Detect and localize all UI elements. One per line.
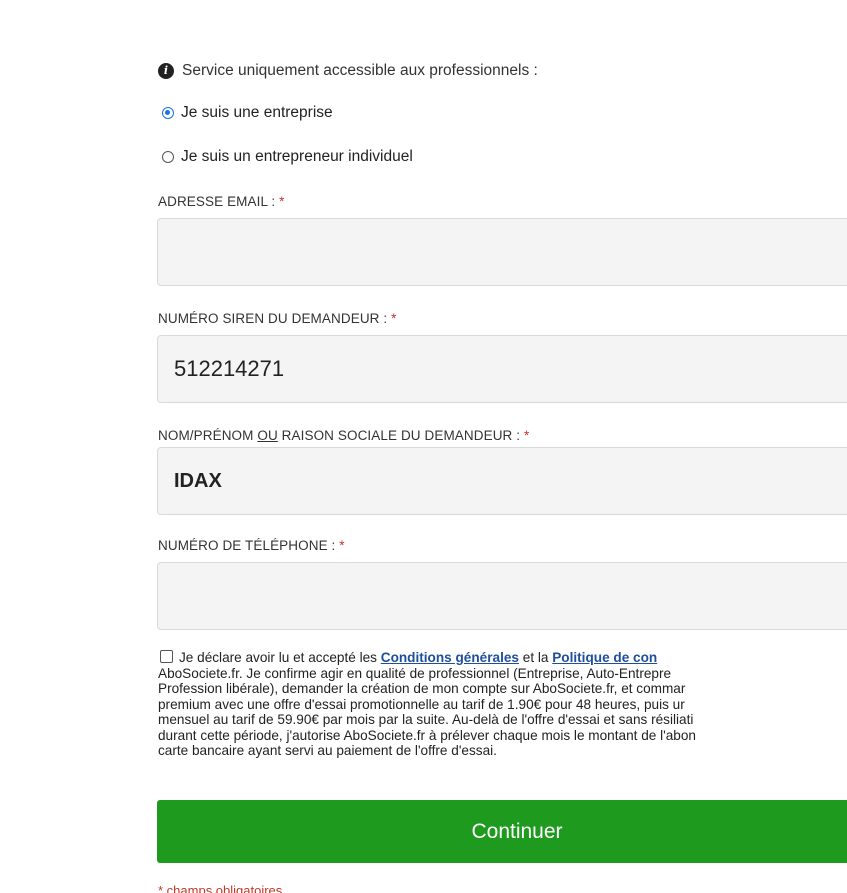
phone-field[interactable]	[157, 562, 847, 630]
terms-line-6: durant cette période, j'autorise AboSoci…	[158, 727, 696, 743]
terms-text: Je déclare avoir lu et accepté les	[179, 650, 381, 665]
required-marker: *	[523, 428, 530, 443]
terms-line-2: AboSociete.fr. Je confirme agir en quali…	[158, 665, 672, 681]
terms-line-1: Je déclare avoir lu et accepté les Condi…	[158, 650, 847, 666]
phone-label-text: NUMÉRO DE TÉLÉPHONE :	[158, 538, 340, 553]
siren-label: NUMÉRO SIREN DU DEMANDEUR : *	[158, 311, 396, 326]
terms-line-3: Profession libérale), demander la créati…	[158, 681, 686, 696]
required-marker: *	[279, 194, 285, 209]
name-label-pre: NOM/PRÉNOM	[158, 428, 258, 443]
terms-line-7: carte bancaire ayant servi au paiement d…	[158, 743, 497, 758]
company-name-value: IDAX	[174, 469, 222, 492]
required-marker: *	[339, 538, 345, 553]
required-marker: *	[391, 311, 397, 326]
continue-button[interactable]: Continuer	[157, 800, 847, 863]
name-label-post: RAISON SOCIALE DU DEMANDEUR :	[277, 428, 524, 443]
siren-field[interactable]: 512214271	[157, 335, 847, 403]
terms-text: et la	[518, 650, 553, 665]
radio-button-checked[interactable]	[162, 107, 174, 119]
privacy-policy-link[interactable]: Politique de con	[552, 650, 657, 665]
company-name-field[interactable]: IDAX	[157, 447, 847, 515]
info-circle-icon: i	[158, 63, 174, 79]
email-field[interactable]	[157, 218, 847, 286]
pro-only-notice: i Service uniquement accessible aux prof…	[158, 62, 538, 80]
terms-line-5: mensuel au tarif de 59.90€ par mois par …	[158, 712, 694, 727]
email-label: ADRESSE EMAIL : *	[158, 194, 285, 209]
phone-label: NUMÉRO DE TÉLÉPHONE : *	[158, 538, 345, 553]
name-label: NOM/PRÉNOM OU RAISON SOCIALE DU DEMANDEU…	[158, 428, 529, 443]
terms-line-4: premium avec une offre d'essai promotion…	[158, 696, 685, 712]
terms-checkbox[interactable]	[160, 650, 173, 663]
required-fields-note: * champs obligatoires	[158, 883, 283, 893]
radio-button-unchecked[interactable]	[162, 151, 174, 163]
radio-entrepreneur-individuel[interactable]: Je suis un entrepreneur individuel	[162, 148, 413, 166]
radio-label-entrepreneur[interactable]: Je suis un entrepreneur individuel	[181, 148, 413, 166]
notice-text: Service uniquement accessible aux profes…	[182, 62, 538, 79]
email-label-text: ADRESSE EMAIL :	[158, 194, 280, 209]
siren-label-text: NUMÉRO SIREN DU DEMANDEUR :	[158, 311, 392, 326]
terms-consent: Je déclare avoir lu et accepté les Condi…	[158, 650, 847, 759]
name-label-ou: OU	[257, 428, 278, 443]
radio-entreprise[interactable]: Je suis une entreprise	[162, 104, 333, 122]
signup-form: i Service uniquement accessible aux prof…	[0, 0, 847, 893]
siren-value: 512214271	[174, 356, 285, 381]
radio-label-entreprise[interactable]: Je suis une entreprise	[181, 104, 333, 122]
cgu-link[interactable]: Conditions générales	[381, 650, 519, 665]
